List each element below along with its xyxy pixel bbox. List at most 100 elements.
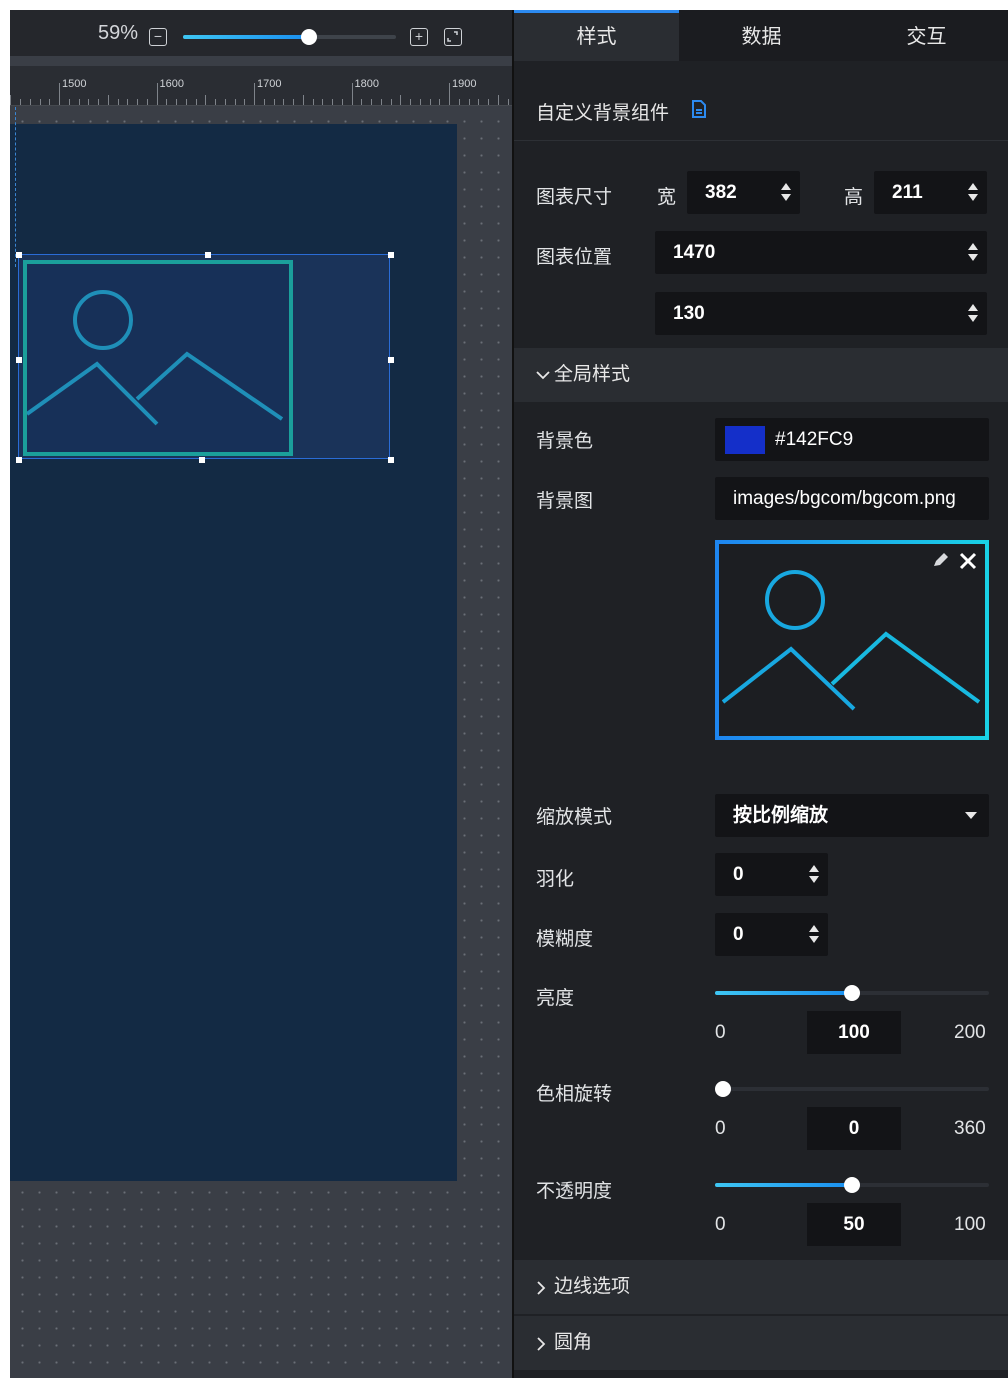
position-y-input[interactable]: 130 (655, 292, 987, 335)
corner-radius-section-header[interactable]: 圆角 (514, 1316, 1008, 1370)
chevron-right-icon (537, 1337, 546, 1351)
zoom-percent: 59% (98, 22, 139, 44)
feather-stepper-icon[interactable] (808, 863, 820, 885)
brightness-min: 0 (715, 1022, 726, 1043)
resize-handle-se[interactable] (388, 457, 394, 463)
color-swatch[interactable] (725, 426, 765, 454)
plus-square-icon: + (414, 28, 424, 44)
tab-interaction[interactable]: 交互 (844, 10, 1008, 61)
zoom-toolbar: 59% − + (10, 10, 512, 56)
pencil-icon[interactable] (931, 550, 951, 570)
zoom-in-button[interactable]: + (410, 28, 428, 46)
ruler-tick (449, 83, 450, 105)
resize-handle-n[interactable] (205, 252, 211, 258)
scale-mode-select[interactable]: 按比例缩放 (715, 794, 989, 837)
component-title-row: 自定义背景组件 (536, 98, 706, 124)
ruler-tick (468, 99, 470, 105)
ruler-tick (458, 99, 460, 105)
resize-handle-nw[interactable] (16, 252, 22, 258)
ruler-tick (351, 83, 353, 105)
width-label: 宽 (657, 187, 677, 208)
resize-handle-s[interactable] (199, 457, 205, 463)
ruler-tick (107, 95, 109, 105)
hue-rotate-value-input[interactable]: 0 (807, 1107, 901, 1150)
resize-handle-sw[interactable] (16, 457, 22, 463)
ruler-tick (302, 95, 304, 105)
tab-style[interactable]: 样式 (514, 10, 679, 61)
tab-data[interactable]: 数据 (679, 10, 844, 61)
ruler-tick (117, 99, 119, 105)
editor-canvas[interactable]: 59% − + 1500 1600 1700 1800 1900 (10, 10, 512, 1378)
brightness-value-input[interactable]: 100 (807, 1011, 901, 1054)
ruler-tick (410, 99, 411, 105)
ruler-tick (439, 99, 441, 105)
selected-background-component[interactable] (16, 252, 394, 463)
global-style-label: 全局样式 (554, 364, 631, 385)
opacity-max: 100 (954, 1214, 986, 1235)
ruler-label: 1500 (62, 78, 87, 90)
component-title: 自定义背景组件 (536, 103, 670, 124)
ruler-tick (78, 99, 80, 105)
position-x-value: 1470 (673, 242, 716, 263)
blur-stepper-icon[interactable] (808, 923, 820, 945)
position-y-stepper-icon[interactable] (967, 302, 979, 324)
ruler-label: 1700 (257, 78, 282, 90)
position-x-input[interactable]: 1470 (655, 231, 987, 274)
bg-image-value: images/bgcom/bgcom.png (733, 488, 956, 509)
bg-image-label: 背景图 (536, 491, 594, 512)
property-panel: 样式 数据 交互 自定义背景组件 图表尺寸 宽 382 高 211 图表位置 1… (512, 10, 1008, 1378)
ruler-tick (488, 99, 489, 105)
ruler-tick (478, 99, 480, 105)
ruler-tick (322, 99, 324, 105)
border-options-section-header[interactable]: 边线选项 (514, 1260, 1008, 1314)
ruler-tick (137, 99, 138, 105)
height-value: 211 (892, 182, 923, 203)
opacity-slider[interactable] (715, 1177, 989, 1193)
chevron-down-icon (536, 371, 550, 380)
zoom-out-button[interactable]: − (149, 28, 167, 46)
position-x-stepper-icon[interactable] (967, 241, 979, 263)
hue-rotate-min: 0 (715, 1118, 726, 1139)
ruler-tick (224, 99, 226, 105)
height-stepper-icon[interactable] (967, 181, 979, 203)
bg-color-input[interactable]: #142FC9 (715, 418, 989, 461)
opacity-label: 不透明度 (536, 1181, 613, 1202)
zoom-slider[interactable] (183, 29, 396, 45)
blur-input[interactable]: 0 (715, 913, 828, 956)
position-y-value: 130 (673, 303, 705, 324)
position-label: 图表位置 (536, 247, 613, 268)
opacity-value-input[interactable]: 50 (807, 1203, 901, 1246)
brightness-slider-handle[interactable] (844, 985, 860, 1001)
width-stepper-icon[interactable] (780, 181, 792, 203)
ruler-tick (312, 99, 314, 105)
ruler-tick (166, 99, 168, 105)
bg-image-preview[interactable] (715, 540, 989, 740)
hue-rotate-label: 色相旋转 (536, 1084, 613, 1105)
feather-input[interactable]: 0 (715, 853, 828, 896)
fit-screen-button[interactable] (444, 28, 462, 46)
ruler-tick (497, 95, 499, 105)
close-icon[interactable] (959, 552, 977, 570)
width-input[interactable]: 382 (687, 171, 800, 214)
resize-handle-e[interactable] (388, 357, 394, 363)
brightness-slider[interactable] (715, 985, 989, 1001)
brightness-slider-fill (715, 991, 852, 995)
bg-image-input[interactable]: images/bgcom/bgcom.png (715, 477, 989, 520)
hue-rotate-slider-handle[interactable] (715, 1081, 731, 1097)
opacity-slider-handle[interactable] (844, 1177, 860, 1193)
resize-handle-ne[interactable] (388, 252, 394, 258)
ruler-label: 1600 (159, 78, 184, 90)
height-input[interactable]: 211 (874, 171, 987, 214)
document-icon[interactable] (691, 100, 707, 118)
feather-value: 0 (733, 864, 744, 885)
component-preview (23, 260, 293, 456)
ruler-tick (215, 99, 216, 105)
ruler-tick (244, 99, 246, 105)
ruler-label: 1900 (452, 78, 477, 90)
global-style-section-header[interactable]: 全局样式 (514, 348, 1008, 402)
zoom-slider-handle[interactable] (300, 29, 317, 45)
resize-handle-w[interactable] (16, 357, 22, 363)
hue-rotate-slider[interactable] (715, 1081, 989, 1097)
ruler-tick (39, 99, 41, 105)
ruler-tick (429, 99, 431, 105)
